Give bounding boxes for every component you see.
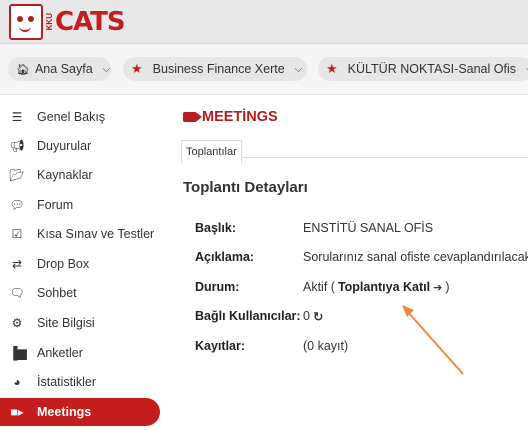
- annotation-arrow-icon: [402, 305, 464, 375]
